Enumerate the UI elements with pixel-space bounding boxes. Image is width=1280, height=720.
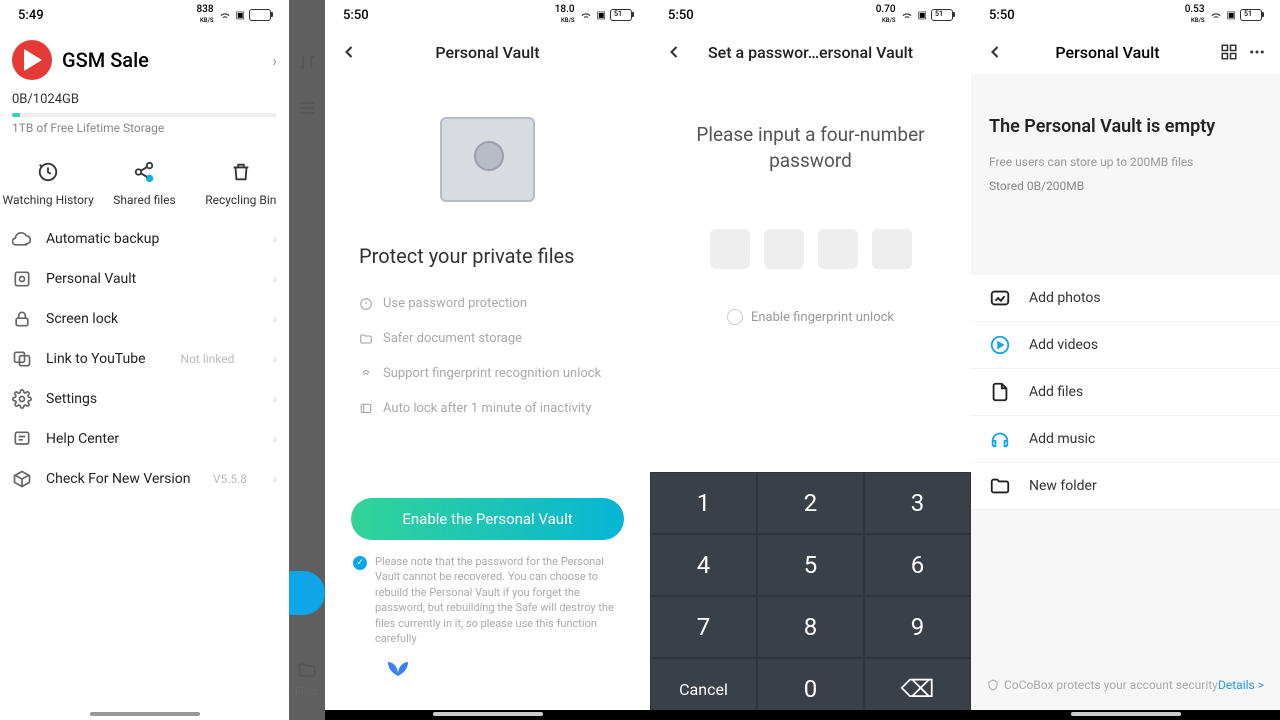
page-title: Personal Vault <box>359 43 616 62</box>
status-bar: 5:50 18.0KB/S ▣ 51 <box>325 0 650 30</box>
key-1[interactable]: 1 <box>650 472 757 534</box>
pin-digit <box>818 229 858 269</box>
key-9[interactable]: 9 <box>864 596 971 658</box>
pin-input <box>650 229 971 269</box>
key-2[interactable]: 2 <box>757 472 864 534</box>
menu-personal-vault[interactable]: Personal Vault› <box>12 259 277 299</box>
key-6[interactable]: 6 <box>864 534 971 596</box>
dimmed-background-panel[interactable]: Files <box>289 0 325 720</box>
page-title: Personal Vault <box>1005 43 1210 62</box>
status-icons: 838KB/S ▣ <box>196 5 271 25</box>
status-bar: 5:50 0.53KB/S ▣ 51 <box>971 0 1280 30</box>
grid-view-icon[interactable] <box>1220 43 1238 61</box>
watching-history-button[interactable]: Watching History <box>0 161 96 207</box>
back-button[interactable] <box>985 42 1005 62</box>
numeric-keypad: 1 2 3 4 5 6 7 8 9 Cancel 0 ⌫ <box>650 472 971 720</box>
clock: 5:50 <box>668 8 694 23</box>
check-icon: ✓ <box>353 556 367 570</box>
key-4[interactable]: 4 <box>650 534 757 596</box>
clock: 5:50 <box>989 8 1015 23</box>
clock: 5:49 <box>18 8 44 23</box>
menu-settings[interactable]: Settings› <box>12 379 277 419</box>
storage-subtitle: 1TB of Free Lifetime Storage <box>12 121 277 135</box>
account-header[interactable]: GSM Sale › <box>0 30 289 92</box>
vault-heading: Protect your private files <box>325 244 650 268</box>
vault-illustration <box>325 74 650 244</box>
radio-icon <box>727 309 743 325</box>
folder-icon <box>297 660 317 680</box>
warning-note: ✓ Please note that the password for the … <box>325 554 650 646</box>
settings-menu: Automatic backup› Personal Vault› Screen… <box>0 219 289 499</box>
menu-check-version[interactable]: Check For New Version V5.5.8› <box>12 459 277 499</box>
files-tab-label: Files <box>295 685 318 698</box>
pin-digit <box>872 229 912 269</box>
account-name: GSM Sale <box>62 48 262 72</box>
menu-link-youtube[interactable]: Link to YouTube Not linked› <box>12 339 277 379</box>
home-indicator[interactable] <box>90 712 200 716</box>
menu-screen-lock[interactable]: Screen lock› <box>12 299 277 339</box>
feature-item: Use password protection <box>359 296 616 311</box>
details-link[interactable]: Details > <box>1218 678 1264 692</box>
app-logo-icon <box>12 40 52 80</box>
add-files-button[interactable]: Add files <box>971 369 1280 416</box>
feature-item: Safer document storage <box>359 331 616 346</box>
key-8[interactable]: 8 <box>757 596 864 658</box>
key-7[interactable]: 7 <box>650 596 757 658</box>
pin-digit <box>764 229 804 269</box>
chevron-right-icon: › <box>272 51 277 70</box>
add-photos-button[interactable]: Add photos <box>971 275 1280 322</box>
status-bar: 5:49 838KB/S ▣ <box>0 0 289 30</box>
back-button[interactable] <box>664 42 684 62</box>
empty-state-title: The Personal Vault is empty <box>971 76 1280 147</box>
feature-item: Auto lock after 1 minute of inactivity <box>359 401 616 416</box>
status-bar: 5:50 0.70KB/S ▣ 51 <box>650 0 971 30</box>
home-indicator[interactable] <box>433 712 543 716</box>
pin-digit <box>710 229 750 269</box>
storage-stored: Stored 0B/200MB <box>971 169 1280 193</box>
security-notice: CoCoBox protects your account security <box>987 678 1218 692</box>
more-icon[interactable] <box>1248 43 1266 61</box>
add-music-button[interactable]: Add music <box>971 416 1280 463</box>
back-button[interactable] <box>339 42 359 62</box>
enable-vault-button[interactable]: Enable the Personal Vault <box>351 498 624 540</box>
feature-item: Support fingerprint recognition unlock <box>359 366 616 381</box>
empty-state-subtitle: Free users can store up to 200MB files <box>971 155 1280 169</box>
add-videos-button[interactable]: Add videos <box>971 322 1280 369</box>
feature-list: Use password protection Safer document s… <box>325 296 650 416</box>
quick-actions: Watching History Shared files Recycling … <box>0 147 289 219</box>
storage-bar <box>12 113 277 117</box>
shared-files-button[interactable]: Shared files <box>96 161 192 207</box>
password-prompt: Please input a four-number password <box>650 74 971 173</box>
fingerprint-toggle[interactable]: Enable fingerprint unlock <box>650 309 971 325</box>
new-folder-button[interactable]: New folder <box>971 463 1280 510</box>
key-5[interactable]: 5 <box>757 534 864 596</box>
page-title: Set a passwor…ersonal Vault <box>684 43 937 62</box>
key-3[interactable]: 3 <box>864 472 971 534</box>
menu-help-center[interactable]: Help Center› <box>12 419 277 459</box>
sort-icon <box>297 52 317 72</box>
clock: 5:50 <box>343 8 369 23</box>
menu-automatic-backup[interactable]: Automatic backup› <box>12 219 277 259</box>
home-indicator[interactable] <box>1071 712 1181 716</box>
storage-usage: 0B/1024GB <box>12 92 277 107</box>
list-icon <box>297 98 317 118</box>
recycling-bin-button[interactable]: Recycling Bin <box>193 161 289 207</box>
storage-indicator[interactable]: 0B/1024GB 1TB of Free Lifetime Storage <box>0 92 289 147</box>
